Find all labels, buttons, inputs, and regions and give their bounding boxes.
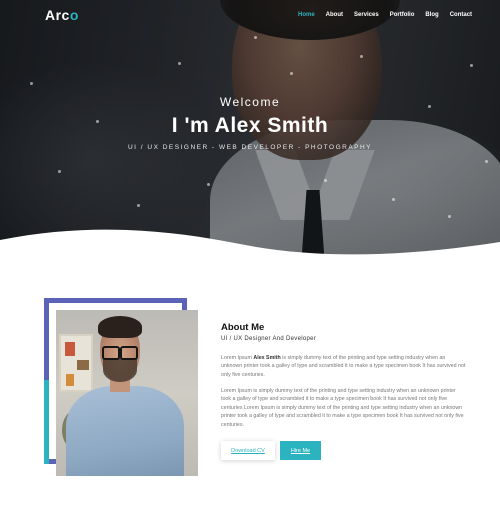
hero-welcome: Welcome [219,95,281,109]
particle-dot [448,215,451,218]
particle-dot [254,36,257,39]
site-logo[interactable]: Arco [45,7,79,23]
nav-item-about[interactable]: About [326,12,343,18]
nav-item-home[interactable]: Home [298,12,315,18]
download-cv-button[interactable]: Download CV [221,441,275,460]
about-paragraph-1: Lorem Ipsum Alex Smith is simply dummy t… [221,355,466,378]
photo-beard [103,358,137,382]
nav-item-services[interactable]: Services [354,12,379,18]
particle-dot [137,204,140,207]
nav-item-contact[interactable]: Contact [450,12,472,18]
particle-dot [324,179,327,182]
profile-photo [56,310,198,476]
photo-body [66,386,184,476]
particle-dot [470,64,473,67]
nav-item-blog[interactable]: Blog [425,12,438,18]
photo-frame-accent [44,380,49,464]
hire-me-button[interactable]: Hire Me [280,441,321,460]
main-nav: Home About Services Portfolio Blog Conta… [298,12,472,18]
particle-dot [392,198,395,201]
about-role: UI / UX Designer And Developer [221,336,317,342]
about-paragraph-2: Lorem Ipsum is simply dummy text of the … [221,388,464,428]
photo-glasses [102,346,138,360]
particle-dot [58,170,61,173]
particle-dot [290,72,293,75]
particle-dot [30,82,33,85]
hero-title: I 'm Alex Smith [171,114,329,137]
particle-dot [178,62,181,65]
photo-hair [98,316,142,338]
particle-dot [207,183,210,186]
particle-dot [485,160,488,163]
particle-dot [360,55,363,58]
nav-item-portfolio[interactable]: Portfolio [390,12,415,18]
hero-section: Arco Home About Services Portfolio Blog … [0,0,500,268]
photo-wall-art [59,334,93,392]
about-title: About Me [221,322,265,333]
hero-subtitle: UI / UX DESIGNER - WEB DEVELOPER - PHOTO… [127,144,373,151]
hero-wave-divider [0,229,500,268]
